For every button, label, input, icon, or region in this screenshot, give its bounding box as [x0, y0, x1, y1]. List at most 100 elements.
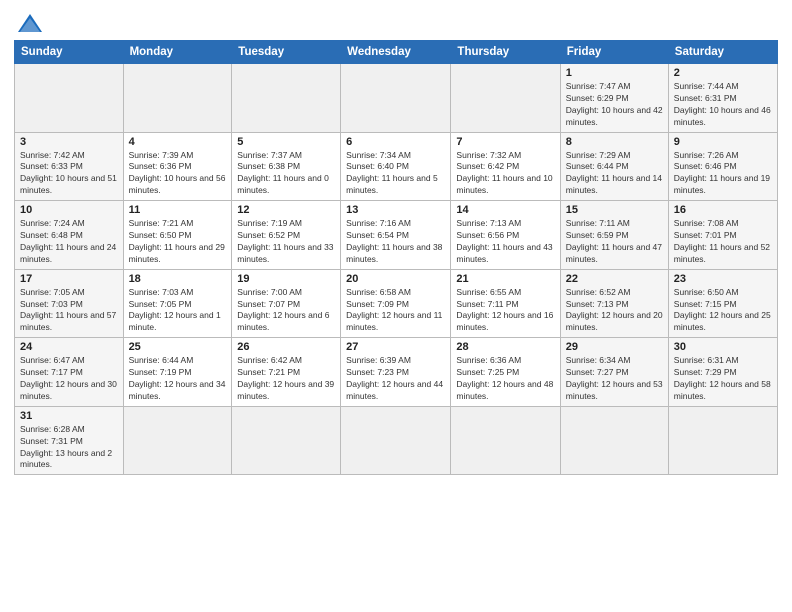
day-number: 15	[566, 204, 663, 216]
calendar-cell: 6 Sunrise: 7:34 AM Sunset: 6:40 PM Daylig…	[341, 132, 451, 201]
calendar-cell: 26Sunrise: 6:42 AM Sunset: 7:21 PM Dayli…	[232, 338, 341, 407]
day-number: 17	[20, 273, 118, 285]
day-number: 1	[566, 67, 663, 79]
day-number: 27	[346, 341, 445, 353]
day-header-friday: Friday	[560, 41, 668, 64]
calendar-cell: 28Sunrise: 6:36 AM Sunset: 7:25 PM Dayli…	[451, 338, 560, 407]
calendar-cell	[451, 406, 560, 475]
day-number: 29	[566, 341, 663, 353]
day-number: 6	[346, 136, 445, 148]
day-number: 4	[129, 136, 227, 148]
calendar-cell	[123, 406, 232, 475]
day-info: Sunrise: 7:05 AM Sunset: 7:03 PM Dayligh…	[20, 287, 118, 335]
calendar-cell: 7Sunrise: 7:32 AM Sunset: 6:42 PM Daylig…	[451, 132, 560, 201]
calendar-cell: 15 Sunrise: 7:11 AM Sunset: 6:59 PM Dayli…	[560, 201, 668, 270]
day-number: 21	[456, 273, 554, 285]
calendar-cell: 9Sunrise: 7:26 AM Sunset: 6:46 PM Daylig…	[668, 132, 777, 201]
day-info: Sunrise: 7:21 AM Sunset: 6:50 PM Dayligh…	[129, 218, 227, 266]
day-info: Sunrise: 7:24 AM Sunset: 6:48 PM Dayligh…	[20, 218, 118, 266]
calendar-cell: 10 Sunrise: 7:24 AM Sunset: 6:48 PM Dayli…	[15, 201, 124, 270]
calendar-cell: 25 Sunrise: 6:44 AM Sunset: 7:19 PM Dayli…	[123, 338, 232, 407]
calendar-cell: 30 Sunrise: 6:31 AM Sunset: 7:29 PM Dayli…	[668, 338, 777, 407]
day-info: Sunrise: 7:13 AM Sunset: 6:56 PM Dayligh…	[456, 218, 554, 266]
day-info: Sunrise: 7:34 AM Sunset: 6:40 PM Dayligh…	[346, 150, 445, 198]
day-number: 23	[674, 273, 772, 285]
calendar-table: SundayMondayTuesdayWednesdayThursdayFrid…	[14, 40, 778, 475]
day-number: 8	[566, 136, 663, 148]
day-info: Sunrise: 6:39 AM Sunset: 7:23 PM Dayligh…	[346, 355, 445, 403]
day-number: 10	[20, 204, 118, 216]
day-header-thursday: Thursday	[451, 41, 560, 64]
calendar-cell: 27 Sunrise: 6:39 AM Sunset: 7:23 PM Dayli…	[341, 338, 451, 407]
logo-icon	[16, 10, 44, 38]
day-info: Sunrise: 6:55 AM Sunset: 7:11 PM Dayligh…	[456, 287, 554, 335]
day-number: 30	[674, 341, 772, 353]
day-info: Sunrise: 7:39 AM Sunset: 6:36 PM Dayligh…	[129, 150, 227, 198]
day-number: 18	[129, 273, 227, 285]
day-number: 16	[674, 204, 772, 216]
day-number: 25	[129, 341, 227, 353]
page: SundayMondayTuesdayWednesdayThursdayFrid…	[0, 0, 792, 483]
day-info: Sunrise: 7:37 AM Sunset: 6:38 PM Dayligh…	[237, 150, 335, 198]
day-info: Sunrise: 7:11 AM Sunset: 6:59 PM Dayligh…	[566, 218, 663, 266]
calendar-cell: 22Sunrise: 6:52 AM Sunset: 7:13 PM Dayli…	[560, 269, 668, 338]
calendar-cell: 3 Sunrise: 7:42 AM Sunset: 6:33 PM Daylig…	[15, 132, 124, 201]
calendar-cell: 11 Sunrise: 7:21 AM Sunset: 6:50 PM Dayli…	[123, 201, 232, 270]
day-header-tuesday: Tuesday	[232, 41, 341, 64]
calendar-cell	[232, 406, 341, 475]
day-info: Sunrise: 6:36 AM Sunset: 7:25 PM Dayligh…	[456, 355, 554, 403]
day-number: 2	[674, 67, 772, 79]
calendar-cell: 2Sunrise: 7:44 AM Sunset: 6:31 PM Daylig…	[668, 64, 777, 133]
calendar-cell: 29 Sunrise: 6:34 AM Sunset: 7:27 PM Dayli…	[560, 338, 668, 407]
day-number: 11	[129, 204, 227, 216]
day-number: 13	[346, 204, 445, 216]
calendar-cell	[668, 406, 777, 475]
calendar-cell: 24Sunrise: 6:47 AM Sunset: 7:17 PM Dayli…	[15, 338, 124, 407]
calendar-cell	[15, 64, 124, 133]
calendar-cell: 18 Sunrise: 7:03 AM Sunset: 7:05 PM Dayli…	[123, 269, 232, 338]
day-number: 14	[456, 204, 554, 216]
calendar-cell: 13 Sunrise: 7:16 AM Sunset: 6:54 PM Dayli…	[341, 201, 451, 270]
calendar-cell	[560, 406, 668, 475]
day-info: Sunrise: 6:28 AM Sunset: 7:31 PM Dayligh…	[20, 424, 118, 472]
day-number: 7	[456, 136, 554, 148]
calendar-cell: 8 Sunrise: 7:29 AM Sunset: 6:44 PM Daylig…	[560, 132, 668, 201]
calendar-cell: 17 Sunrise: 7:05 AM Sunset: 7:03 PM Dayli…	[15, 269, 124, 338]
day-number: 5	[237, 136, 335, 148]
day-number: 20	[346, 273, 445, 285]
day-header-saturday: Saturday	[668, 41, 777, 64]
calendar-cell: 21 Sunrise: 6:55 AM Sunset: 7:11 PM Dayli…	[451, 269, 560, 338]
day-header-sunday: Sunday	[15, 41, 124, 64]
day-info: Sunrise: 6:31 AM Sunset: 7:29 PM Dayligh…	[674, 355, 772, 403]
calendar-cell: 16Sunrise: 7:08 AM Sunset: 7:01 PM Dayli…	[668, 201, 777, 270]
calendar-cell	[341, 406, 451, 475]
day-info: Sunrise: 7:42 AM Sunset: 6:33 PM Dayligh…	[20, 150, 118, 198]
day-info: Sunrise: 6:58 AM Sunset: 7:09 PM Dayligh…	[346, 287, 445, 335]
calendar-cell: 31 Sunrise: 6:28 AM Sunset: 7:31 PM Dayli…	[15, 406, 124, 475]
calendar-cell	[123, 64, 232, 133]
day-header-monday: Monday	[123, 41, 232, 64]
day-info: Sunrise: 6:47 AM Sunset: 7:17 PM Dayligh…	[20, 355, 118, 403]
calendar-cell: 14 Sunrise: 7:13 AM Sunset: 6:56 PM Dayli…	[451, 201, 560, 270]
day-number: 12	[237, 204, 335, 216]
calendar-cell	[341, 64, 451, 133]
day-info: Sunrise: 7:47 AM Sunset: 6:29 PM Dayligh…	[566, 81, 663, 129]
day-header-wednesday: Wednesday	[341, 41, 451, 64]
header	[14, 10, 778, 34]
day-number: 3	[20, 136, 118, 148]
day-info: Sunrise: 6:50 AM Sunset: 7:15 PM Dayligh…	[674, 287, 772, 335]
day-info: Sunrise: 7:03 AM Sunset: 7:05 PM Dayligh…	[129, 287, 227, 335]
day-number: 22	[566, 273, 663, 285]
day-info: Sunrise: 6:42 AM Sunset: 7:21 PM Dayligh…	[237, 355, 335, 403]
day-info: Sunrise: 7:29 AM Sunset: 6:44 PM Dayligh…	[566, 150, 663, 198]
header-row: SundayMondayTuesdayWednesdayThursdayFrid…	[15, 41, 778, 64]
day-info: Sunrise: 7:16 AM Sunset: 6:54 PM Dayligh…	[346, 218, 445, 266]
calendar-cell: 23 Sunrise: 6:50 AM Sunset: 7:15 PM Dayli…	[668, 269, 777, 338]
calendar-cell: 20 Sunrise: 6:58 AM Sunset: 7:09 PM Dayli…	[341, 269, 451, 338]
day-number: 31	[20, 410, 118, 422]
calendar-cell: 19Sunrise: 7:00 AM Sunset: 7:07 PM Dayli…	[232, 269, 341, 338]
day-info: Sunrise: 6:44 AM Sunset: 7:19 PM Dayligh…	[129, 355, 227, 403]
day-info: Sunrise: 7:00 AM Sunset: 7:07 PM Dayligh…	[237, 287, 335, 335]
day-info: Sunrise: 6:34 AM Sunset: 7:27 PM Dayligh…	[566, 355, 663, 403]
calendar-cell	[232, 64, 341, 133]
